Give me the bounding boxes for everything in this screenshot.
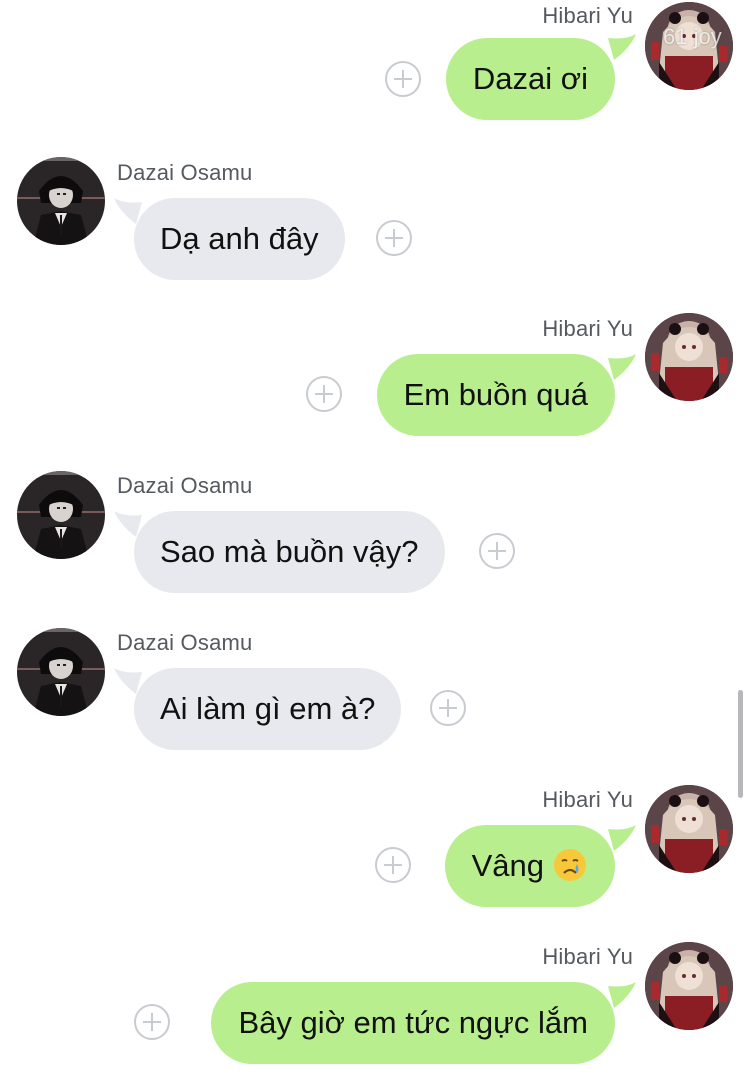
message-row: Hibari Yu 61 joy Dazai ơi: [0, 0, 750, 140]
add-reaction-button[interactable]: [430, 690, 466, 726]
add-reaction-button[interactable]: [479, 533, 515, 569]
message-row: Hibari Yu Vâng: [0, 787, 750, 927]
message-bubble[interactable]: Em buồn quá: [376, 354, 615, 436]
sender-name: Hibari Yu: [542, 3, 633, 28]
crying-face-emoji: [552, 847, 588, 883]
message-bubble[interactable]: Dazai ơi: [445, 38, 615, 120]
avatar[interactable]: [17, 628, 105, 716]
sender-name: Dazai Osamu: [117, 473, 253, 498]
message-bubble[interactable]: Sao mà buồn vậy?: [134, 511, 445, 593]
message-row: Hibari Yu Em buồn quá: [0, 316, 750, 456]
message-row: Dazai Osamu Ai làm gì em à?: [0, 630, 750, 770]
watermark: 61 joy: [663, 24, 722, 49]
message-row: Dazai Osamu Sao mà buồn vậy?: [0, 473, 750, 613]
scrollbar[interactable]: [738, 690, 743, 798]
message-bubble[interactable]: Ai làm gì em à?: [134, 668, 402, 750]
bubble-tail: [608, 982, 638, 1008]
add-reaction-button[interactable]: [134, 1004, 170, 1040]
bubble-tail: [608, 34, 638, 60]
avatar[interactable]: [645, 942, 733, 1030]
avatar[interactable]: [17, 471, 105, 559]
avatar[interactable]: 61 joy: [645, 2, 733, 90]
add-reaction-button[interactable]: [306, 376, 342, 412]
message-row: Hibari Yu Bây giờ em tức ngực lắm: [0, 944, 750, 1080]
message-bubble[interactable]: Bây giờ em tức ngực lắm: [211, 982, 615, 1064]
sender-name: Hibari Yu: [542, 316, 633, 341]
sender-name: Hibari Yu: [542, 787, 633, 812]
bubble-tail: [608, 825, 638, 851]
add-reaction-button[interactable]: [385, 61, 421, 97]
chat-screen: Hibari Yu 61 joy Dazai ơi Dazai Osamu Dạ…: [0, 0, 750, 1080]
message-text: Vâng: [471, 848, 544, 883]
avatar[interactable]: [17, 157, 105, 245]
add-reaction-button[interactable]: [375, 847, 411, 883]
bubble-tail: [608, 354, 638, 380]
avatar[interactable]: [645, 313, 733, 401]
message-bubble[interactable]: Dạ anh đây: [134, 198, 345, 280]
sender-name: Hibari Yu: [542, 944, 633, 969]
message-bubble[interactable]: Vâng: [444, 825, 615, 907]
sender-name: Dazai Osamu: [117, 630, 253, 655]
sender-name: Dazai Osamu: [117, 160, 253, 185]
message-row: Dazai Osamu Dạ anh đây: [0, 160, 750, 300]
avatar[interactable]: [645, 785, 733, 873]
add-reaction-button[interactable]: [376, 220, 412, 256]
